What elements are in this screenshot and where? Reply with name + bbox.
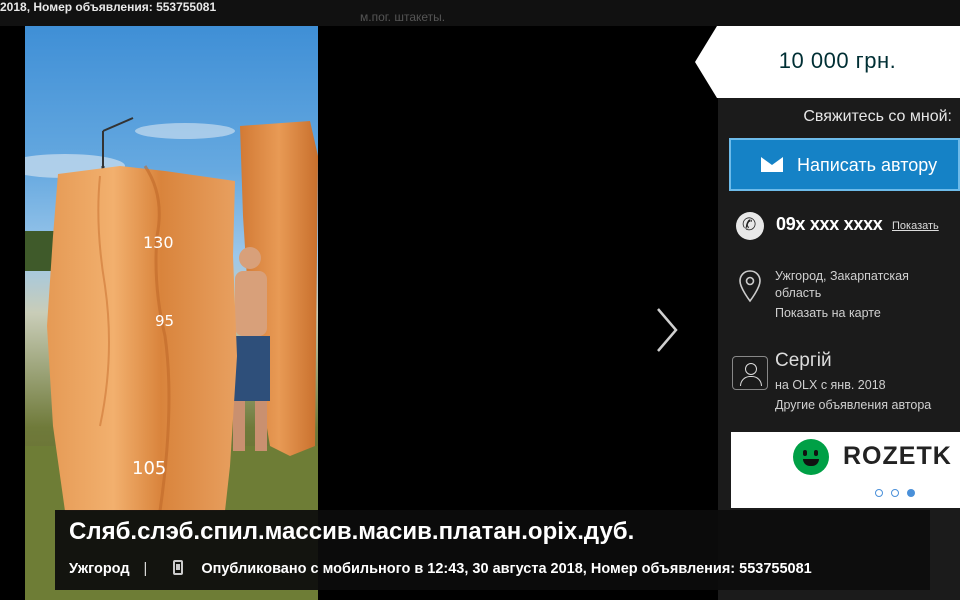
chevron-right-icon[interactable] [648, 305, 684, 355]
listing-info: Ужгород | Опубликовано с мобильного в 12:4… [69, 560, 812, 577]
background-text: м.пог. штакеты. [360, 10, 446, 24]
svg-text:130: 130 [143, 233, 174, 252]
price-tag: 10 000 грн. [695, 26, 960, 98]
carousel-dots[interactable] [875, 484, 923, 502]
separator: | [143, 561, 148, 577]
seller-since: на OLX с янв. 2018 [775, 378, 886, 392]
listing-city: Ужгород [69, 561, 130, 577]
write-author-label: Написать автору [797, 155, 938, 175]
seller-name: Сергій [775, 350, 832, 371]
mobile-icon [173, 560, 184, 575]
other-ads-link[interactable]: Другие объявления автора [775, 398, 931, 412]
carousel-dot-active[interactable] [907, 489, 915, 497]
contact-title: Свяжитесь со мной: [803, 108, 952, 125]
location-pin-icon [739, 270, 761, 303]
listing-caption: Сляб.слэб.спил.массив.масив.платан.оріх.… [55, 510, 930, 590]
listing-title: Сляб.слэб.спил.массив.масив.платан.оріх.… [69, 518, 635, 545]
svg-text:95: 95 [155, 312, 174, 330]
svg-text:105: 105 [132, 458, 166, 479]
carousel-dot[interactable] [875, 489, 883, 497]
user-icon [732, 356, 768, 390]
show-phone-link[interactable]: Показать [892, 220, 939, 232]
price-value: 10 000 грн. [778, 48, 897, 73]
listing-meta-top: 2018, Номер объявления: 553755081 [0, 0, 217, 14]
phone-icon [736, 212, 764, 240]
show-on-map-link[interactable]: Показать на карте [775, 306, 881, 320]
ad-banner[interactable]: ROZETK [731, 432, 960, 508]
envelope-icon [761, 157, 783, 172]
location-row: Ужгород, Закарпатская область Показать н… [718, 263, 960, 333]
location-text: Ужгород, Закарпатская область [775, 269, 909, 300]
carousel-dot[interactable] [891, 489, 899, 497]
background-header: 2018, Номер объявления: 553755081 м.пог.… [0, 0, 960, 26]
phone-number: 09x xxx xxxx [776, 214, 883, 234]
phone-row: 09x xxx xxxx Показать [718, 204, 960, 248]
ad-brand: ROZETK [843, 442, 952, 470]
write-author-button[interactable]: Написать автору [729, 138, 960, 191]
seller-row: Сергій на OLX с янв. 2018 Другие объявле… [718, 348, 960, 428]
rozetka-logo-icon [793, 439, 829, 475]
listing-published: Опубликовано с мобильного в 12:43, 30 ав… [201, 561, 812, 577]
